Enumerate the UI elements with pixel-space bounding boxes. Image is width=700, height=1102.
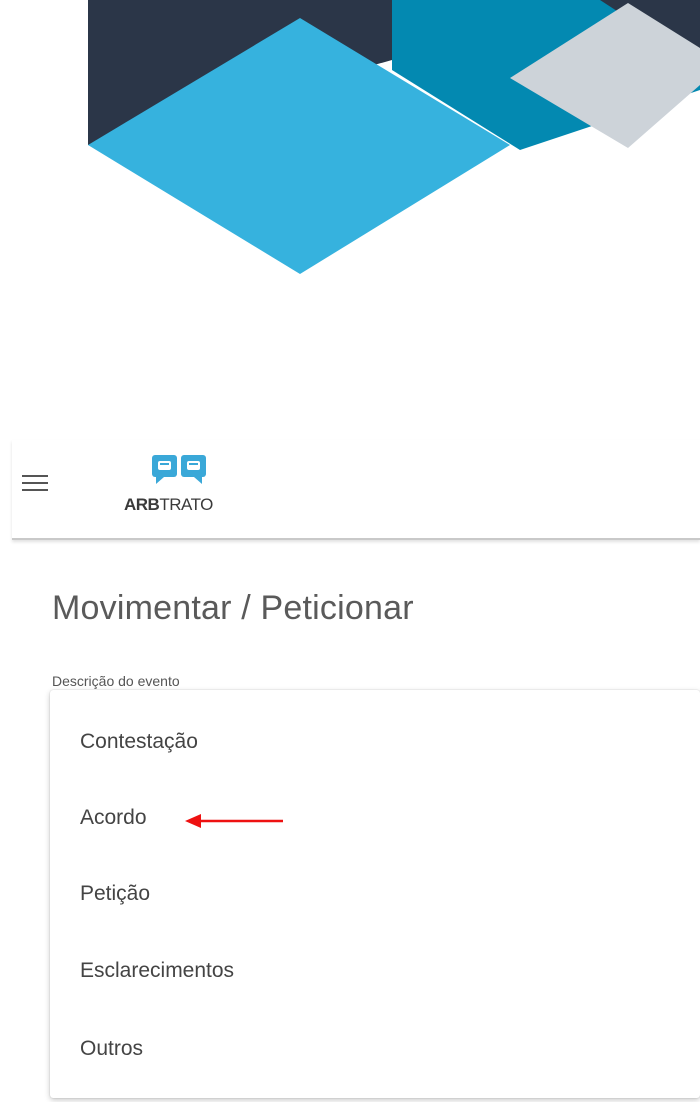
- logo-chat-bubbles-icon: [152, 455, 206, 484]
- page-title: Movimentar / Peticionar: [52, 589, 414, 627]
- logo-text: ARBTRATO: [124, 495, 213, 514]
- red-arrow-pointer-icon: [185, 814, 283, 828]
- option-outros[interactable]: Outros: [80, 1037, 143, 1061]
- event-description-label: Descrição do evento: [52, 673, 180, 689]
- arbtrato-logo[interactable]: ARBTRATO: [124, 453, 244, 523]
- option-contestacao[interactable]: Contestação: [80, 730, 198, 754]
- app-header: [12, 440, 700, 540]
- hamburger-menu-icon[interactable]: [22, 475, 48, 497]
- option-peticao[interactable]: Petição: [80, 882, 150, 906]
- banner-graphic: [88, 0, 700, 274]
- option-acordo[interactable]: Acordo: [80, 806, 147, 830]
- option-esclarecimentos[interactable]: Esclarecimentos: [80, 959, 234, 983]
- event-description-dropdown-menu[interactable]: Contestação Acordo Petição Esclareciment…: [50, 690, 700, 1098]
